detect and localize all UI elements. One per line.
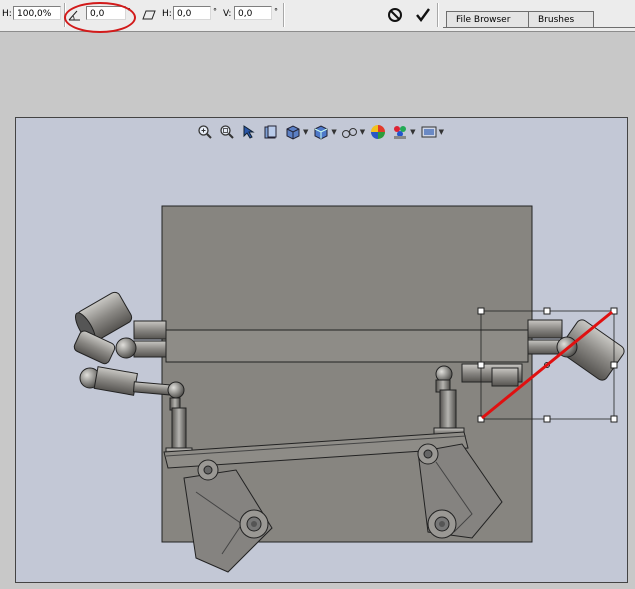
horizontal-beam	[165, 329, 529, 363]
skew-icon	[139, 4, 159, 26]
checkmark-icon	[416, 8, 430, 22]
tab-file-browser[interactable]: File Browser	[446, 11, 530, 27]
vskew-unit: °	[274, 7, 278, 16]
horizontal-skew-field[interactable]: 0,0	[173, 6, 211, 20]
document-window[interactable]: ▼ ▼ ▼ ▼ ▼	[15, 117, 628, 583]
vertical-skew-field[interactable]: 0,0	[234, 6, 272, 20]
options-bar: H: 100,0% 0,0 ° H: 0,0 ° V: 0,0 ° File B…	[0, 0, 635, 33]
width-percent-field[interactable]: 100,0%	[13, 6, 61, 20]
model-viewport[interactable]	[16, 118, 627, 582]
cancel-transform-button[interactable]	[384, 4, 406, 26]
red-highlight-ellipse	[64, 2, 136, 33]
vertical-skew-label: V:	[223, 9, 232, 19]
width-label: H:	[2, 9, 12, 19]
commit-transform-button[interactable]	[412, 4, 434, 26]
tab-brushes[interactable]: Brushes	[528, 11, 594, 27]
cancel-icon	[388, 8, 402, 22]
separator	[437, 3, 439, 27]
hskew-unit: °	[213, 7, 217, 16]
separator	[283, 3, 285, 27]
horizontal-skew-label: H:	[162, 9, 172, 19]
